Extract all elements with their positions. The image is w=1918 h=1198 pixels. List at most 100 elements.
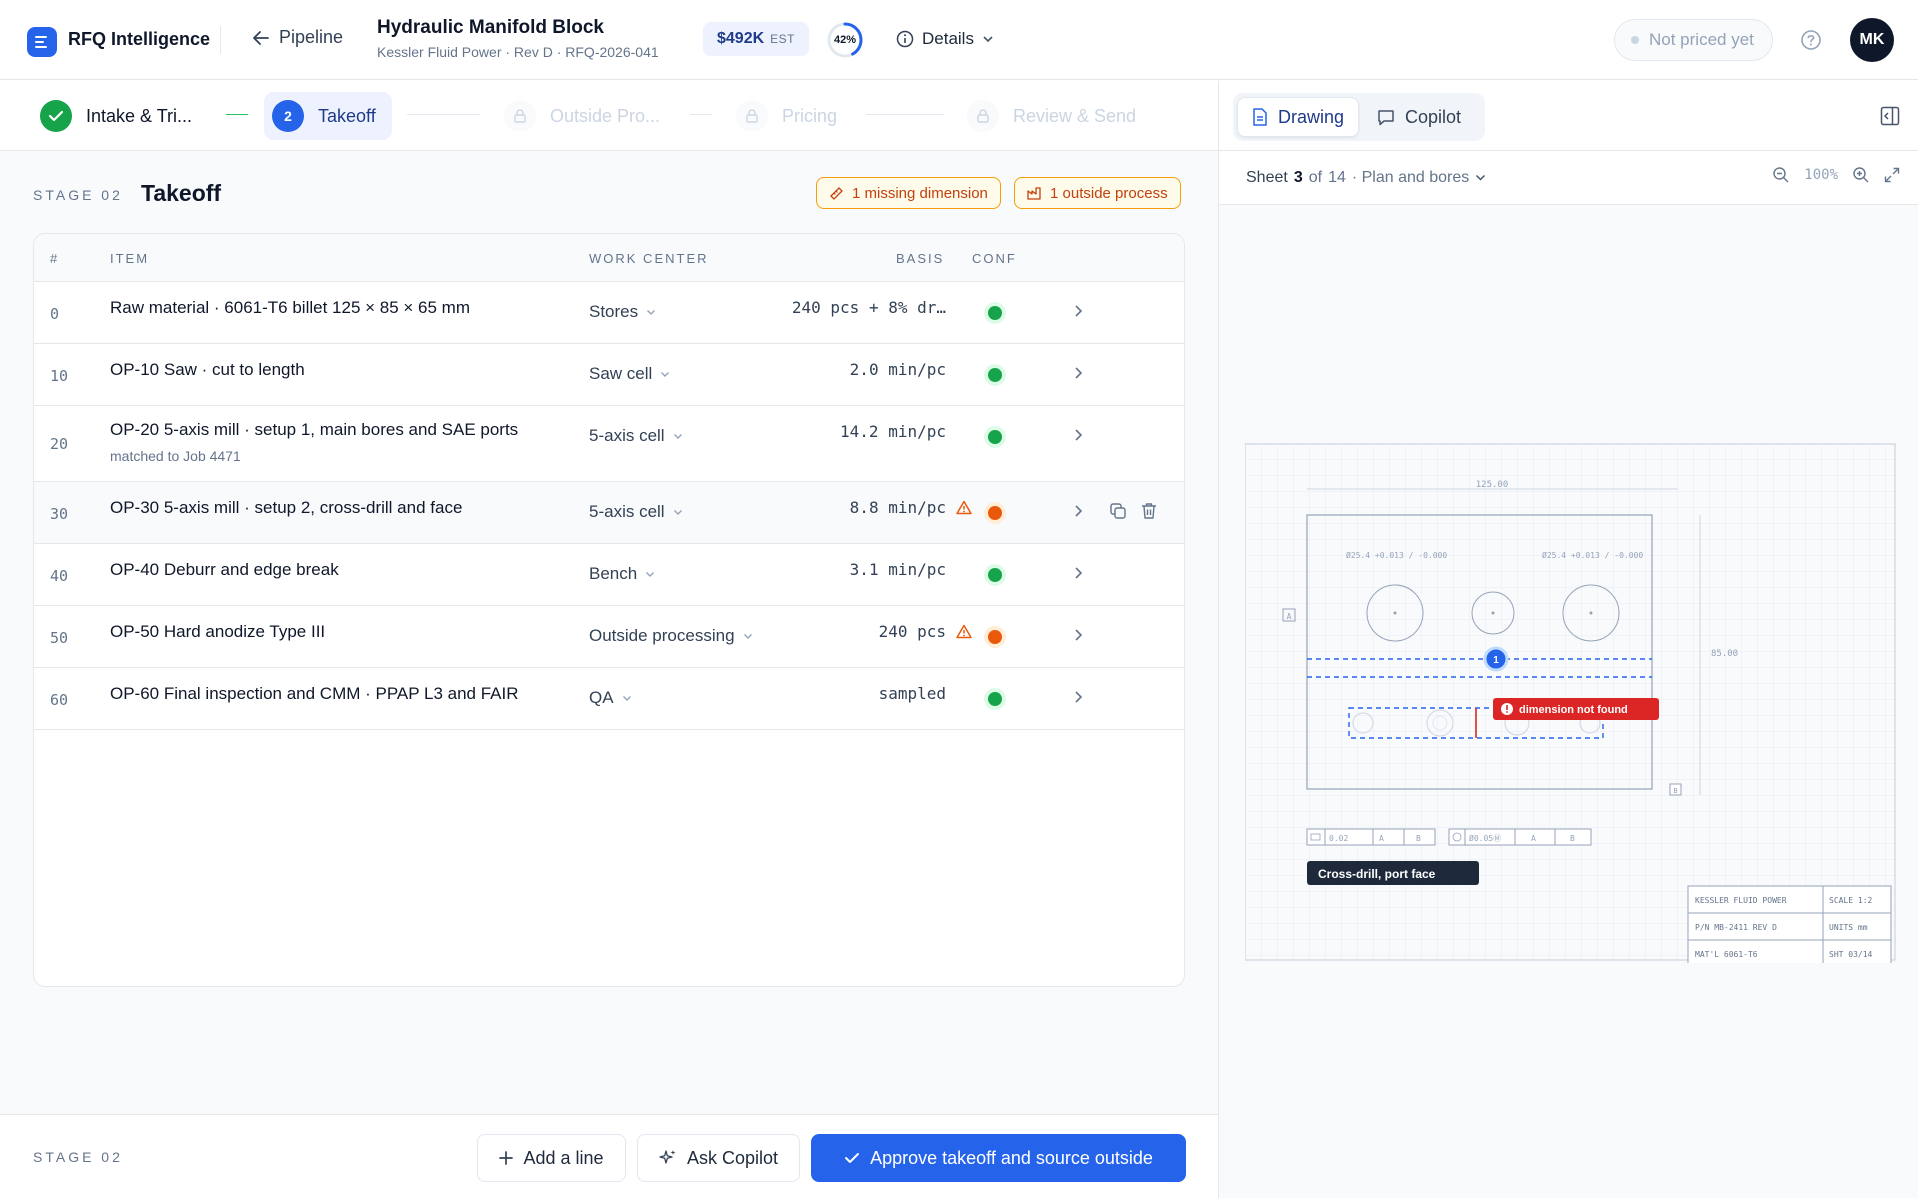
chat-icon bbox=[1378, 109, 1394, 125]
arrow-left-icon bbox=[253, 30, 269, 45]
takeoff-table: # ITEM WORK CENTER BASIS CONF 0 Raw mate… bbox=[33, 233, 1185, 987]
svg-text:1: 1 bbox=[1493, 655, 1499, 666]
back-label: Pipeline bbox=[279, 27, 344, 47]
row-number: 20 bbox=[50, 435, 69, 453]
takeoff-panel: STAGE 02 Takeoff 1 missing dimension 1 o… bbox=[0, 151, 1218, 1114]
zoom-in-icon[interactable] bbox=[1852, 166, 1870, 184]
table-row[interactable]: 0 Raw material · 6061-T6 billet 125 × 85… bbox=[34, 282, 1184, 344]
svg-text:B: B bbox=[1416, 834, 1421, 843]
stage-title: Takeoff bbox=[141, 180, 222, 206]
table-row[interactable]: 40 OP-40 Deburr and edge break Bench 3.1… bbox=[34, 544, 1184, 606]
help-icon[interactable] bbox=[1800, 29, 1822, 51]
chevron-right-icon[interactable] bbox=[1074, 690, 1083, 709]
details-dropdown[interactable]: Details bbox=[896, 29, 994, 49]
table-row[interactable]: 10 OP-10 Saw · cut to length Saw cell 2.… bbox=[34, 344, 1184, 406]
step-label: Pricing bbox=[782, 105, 838, 126]
tab-drawing[interactable]: Drawing bbox=[1237, 97, 1360, 137]
row-item: OP-50 Hard anodize Type III bbox=[110, 622, 326, 641]
datum-b: B bbox=[1673, 787, 1677, 795]
svg-text:SHT 03/14: SHT 03/14 bbox=[1829, 950, 1873, 959]
step-label: Intake & Tri... bbox=[86, 105, 193, 126]
row-item: OP-20 5-axis mill · setup 1, main bores … bbox=[110, 420, 519, 439]
add-line-button[interactable]: Add a line bbox=[477, 1134, 626, 1182]
chevron-down-icon bbox=[1476, 174, 1486, 181]
duplicate-icon[interactable] bbox=[1109, 502, 1127, 520]
progress-ring: 42% bbox=[826, 21, 864, 59]
work-center-value: 5-axis cell bbox=[589, 502, 665, 521]
table-row[interactable]: 50 OP-50 Hard anodize Type III Outside p… bbox=[34, 606, 1184, 668]
svg-text:KESSLER FLUID POWER: KESSLER FLUID POWER bbox=[1695, 896, 1787, 905]
row-basis: 240 pcs + 8% dr… bbox=[792, 298, 946, 317]
row-number: 0 bbox=[50, 305, 60, 323]
chevron-right-icon[interactable] bbox=[1074, 304, 1083, 323]
fullscreen-icon[interactable] bbox=[1884, 167, 1900, 183]
chevron-down-icon bbox=[743, 633, 752, 639]
approve-takeoff-button[interactable]: Approve takeoff and source outside bbox=[811, 1134, 1186, 1182]
tab-copilot[interactable]: Copilot bbox=[1363, 97, 1475, 137]
chevron-right-icon[interactable] bbox=[1074, 366, 1083, 385]
step-takeoff[interactable]: 2 Takeoff bbox=[264, 92, 392, 140]
drawing-panel: Drawing Copilot Sheet 3 of 14 · Plan and… bbox=[1219, 81, 1918, 1198]
check-icon bbox=[845, 1153, 860, 1163]
step-label: Outside Pro... bbox=[550, 105, 661, 126]
step-intake[interactable]: Intake & Tri... bbox=[40, 92, 192, 140]
table-row[interactable]: 60 OP-60 Final inspection and CMM · PPAP… bbox=[34, 668, 1184, 730]
row-actions bbox=[1109, 502, 1157, 520]
row-number: 10 bbox=[50, 367, 69, 385]
chevron-down-icon bbox=[622, 695, 631, 701]
work-center-value: Saw cell bbox=[589, 364, 653, 383]
plus-icon bbox=[499, 1151, 514, 1165]
chevron-right-icon[interactable] bbox=[1074, 504, 1083, 523]
sheet-selector[interactable]: Sheet 3 of 14 · Plan and bores bbox=[1246, 169, 1486, 187]
collapse-panel-icon[interactable] bbox=[1880, 106, 1900, 131]
chevron-right-icon[interactable] bbox=[1074, 428, 1083, 447]
work-center-select[interactable]: Stores bbox=[589, 302, 656, 322]
work-center-select[interactable]: Outside processing bbox=[589, 626, 753, 646]
bore-callout-left: Ø25.4 +0.013 / -0.000 bbox=[1346, 550, 1447, 560]
engineering-drawing[interactable]: 125.00 85.00 Ø25.4 +0.013 / -0.000 Ø25.4… bbox=[1245, 443, 1909, 963]
chevron-down-icon bbox=[661, 371, 670, 377]
dim-width-text: 125.00 bbox=[1476, 480, 1509, 490]
missing-dimension-chip[interactable]: 1 missing dimension bbox=[816, 177, 1001, 209]
sheet-bar: Sheet 3 of 14 · Plan and bores 100% bbox=[1219, 151, 1918, 205]
row-number: 50 bbox=[50, 629, 69, 647]
work-center-value: QA bbox=[589, 688, 614, 707]
row-item: OP-60 Final inspection and CMM · PPAP L3… bbox=[110, 684, 519, 703]
work-center-select[interactable]: Bench bbox=[589, 564, 655, 584]
work-center-select[interactable]: Saw cell bbox=[589, 364, 670, 384]
user-avatar[interactable]: MK bbox=[1850, 18, 1894, 62]
zoom-controls: 100% bbox=[1772, 166, 1900, 184]
row-item: OP-10 Saw · cut to length bbox=[110, 360, 305, 379]
outside-process-chip[interactable]: 1 outside process bbox=[1014, 177, 1181, 209]
tab-label: Copilot bbox=[1405, 106, 1462, 127]
basis-value: 14.2 min/pc bbox=[840, 422, 946, 441]
lock-icon bbox=[504, 100, 536, 132]
back-to-pipeline-link[interactable]: Pipeline bbox=[253, 27, 343, 48]
work-center-select[interactable]: 5-axis cell bbox=[589, 426, 683, 446]
svg-text:MAT'L 6061-T6: MAT'L 6061-T6 bbox=[1695, 950, 1758, 959]
bore-callout-right: Ø25.4 +0.013 / -0.000 bbox=[1542, 550, 1643, 560]
estimate-unit: EST bbox=[770, 32, 795, 46]
confidence-dot bbox=[988, 692, 1002, 706]
step-label: Takeoff bbox=[318, 105, 376, 126]
app-logo-icon bbox=[27, 27, 57, 57]
chevron-right-icon[interactable] bbox=[1074, 628, 1083, 647]
step-number: 2 bbox=[272, 100, 304, 132]
table-row[interactable]: 20 OP-20 5-axis mill · setup 1, main bor… bbox=[34, 406, 1184, 482]
ask-copilot-button[interactable]: Ask Copilot bbox=[637, 1134, 800, 1182]
segmented-control: Drawing Copilot bbox=[1233, 93, 1485, 141]
chevron-right-icon[interactable] bbox=[1074, 566, 1083, 585]
error-text: dimension not found bbox=[1519, 704, 1628, 716]
zoom-out-icon[interactable] bbox=[1772, 166, 1790, 184]
table-row[interactable]: 30 OP-30 5-axis mill · setup 2, cross-dr… bbox=[34, 482, 1184, 544]
svg-text:SCALE 1:2: SCALE 1:2 bbox=[1829, 896, 1873, 905]
svg-text:P/N MB-2411 REV D: P/N MB-2411 REV D bbox=[1695, 923, 1777, 932]
pricing-status-pill: Not priced yet bbox=[1614, 19, 1773, 61]
work-center-select[interactable]: QA bbox=[589, 688, 632, 708]
progress-label: 42% bbox=[833, 34, 857, 46]
work-center-select[interactable]: 5-axis cell bbox=[589, 502, 683, 522]
basis-value: 3.1 min/pc bbox=[849, 560, 946, 579]
chevron-down-icon bbox=[983, 36, 993, 43]
chip-label: 1 missing dimension bbox=[852, 184, 988, 202]
trash-icon[interactable] bbox=[1141, 502, 1157, 520]
